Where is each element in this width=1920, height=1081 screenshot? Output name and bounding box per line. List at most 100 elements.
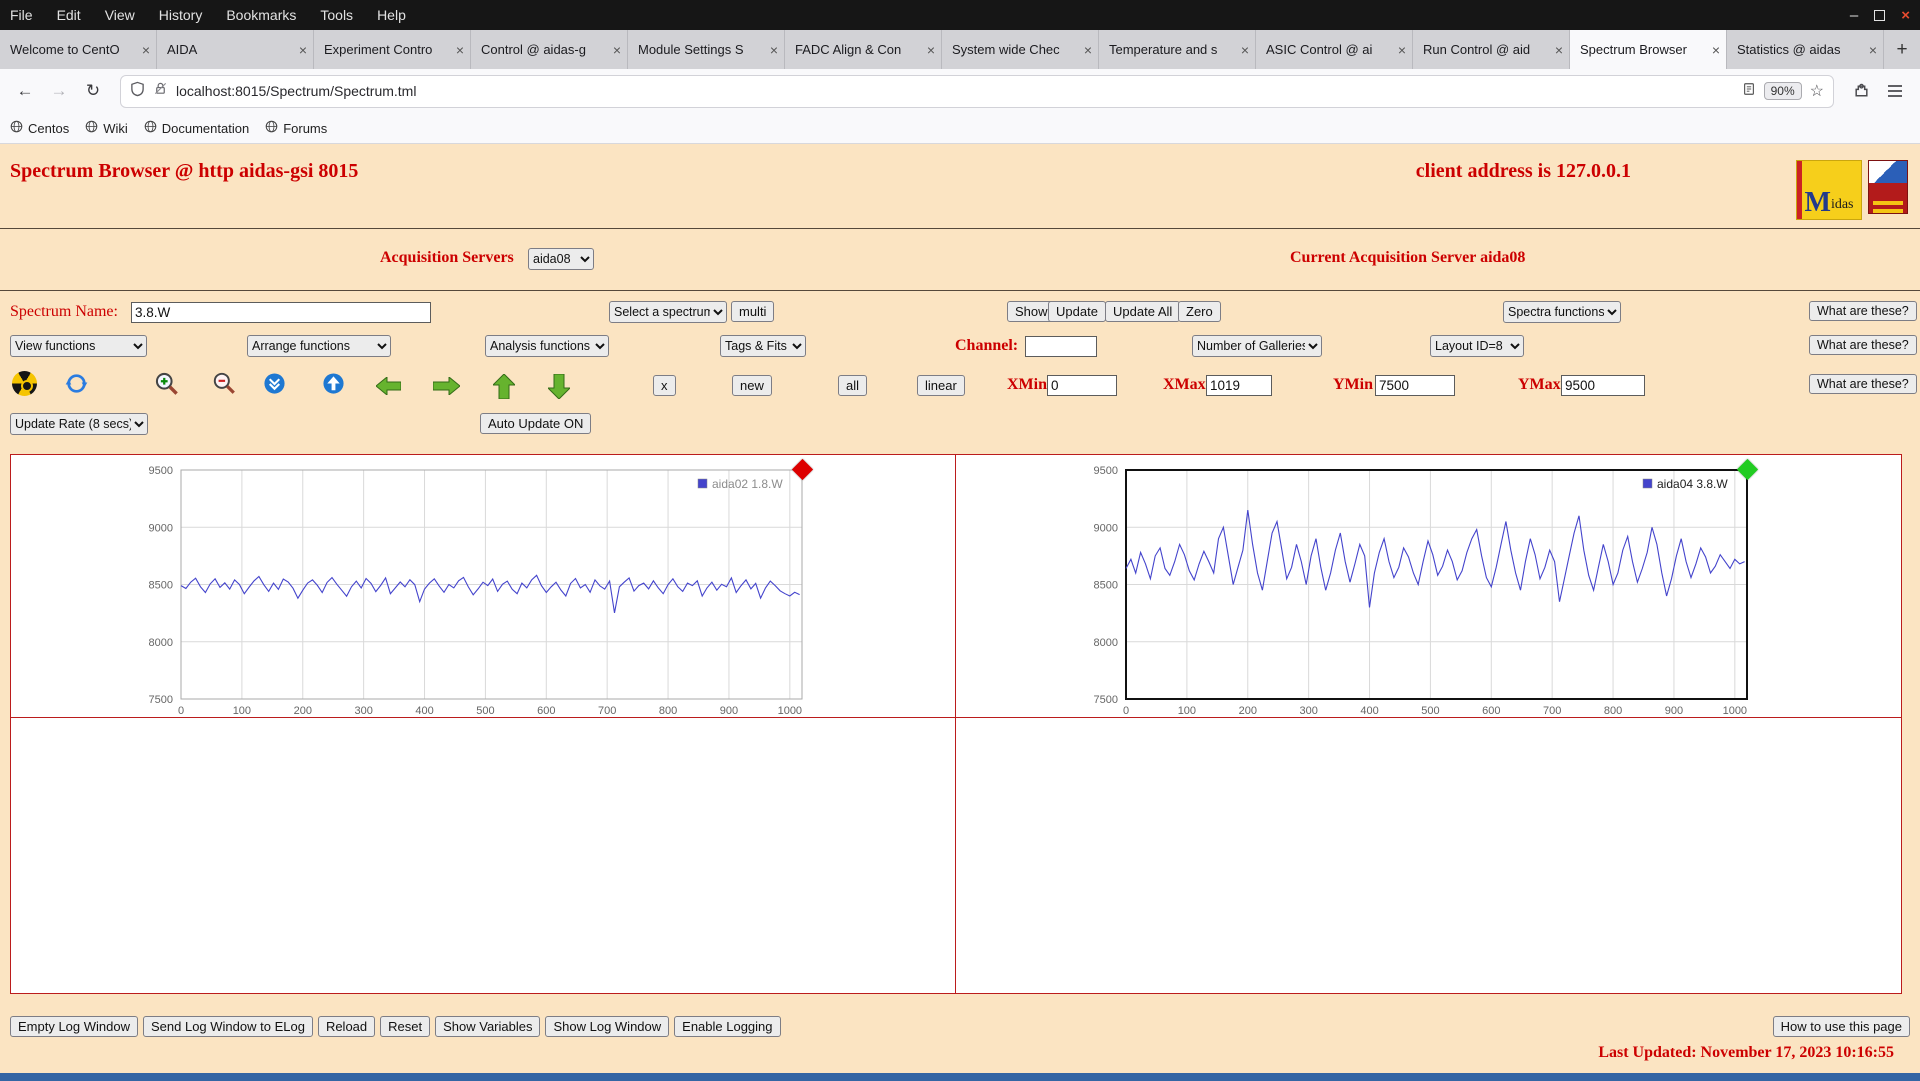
browser-tab[interactable]: Spectrum Browser × — [1570, 30, 1727, 69]
browser-tab[interactable]: AIDA × — [157, 30, 314, 69]
tags-fits-select[interactable]: Tags & Fits — [720, 335, 806, 357]
browser-tab[interactable]: FADC Align & Con × — [785, 30, 942, 69]
browser-tab[interactable]: ASIC Control @ ai × — [1256, 30, 1413, 69]
x-button[interactable]: x — [653, 375, 676, 396]
tab-close-icon[interactable]: × — [770, 43, 778, 57]
auto-update-button[interactable]: Auto Update ON — [480, 413, 592, 434]
browser-tab[interactable]: Welcome to CentO × — [0, 30, 157, 69]
acquisition-server-select[interactable]: aida08 — [528, 248, 594, 270]
reload-button[interactable]: ↻ — [78, 76, 108, 106]
galleries-select[interactable]: Number of Galleries — [1192, 335, 1322, 357]
radiation-icon[interactable] — [12, 371, 37, 396]
footer-button[interactable]: Empty Log Window — [10, 1016, 138, 1037]
maximize-button[interactable] — [1874, 9, 1886, 21]
url-text[interactable]: localhost:8015/Spectrum/Spectrum.tml — [176, 83, 1734, 99]
svg-text:0: 0 — [1123, 705, 1129, 717]
browser-tab[interactable]: Control @ aidas-g × — [471, 30, 628, 69]
extensions-icon[interactable] — [1846, 76, 1876, 106]
browser-tab[interactable]: Statistics @ aidas × — [1727, 30, 1884, 69]
all-button[interactable]: all — [838, 375, 868, 396]
scroll-right-icon[interactable] — [433, 377, 460, 395]
bookmark-star-icon[interactable]: ☆ — [1810, 81, 1824, 101]
browser-tab[interactable]: Module Settings S × — [628, 30, 785, 69]
how-to-use-button[interactable]: How to use this page — [1772, 1016, 1910, 1037]
what-are-these-button[interactable]: What are these? — [1809, 301, 1917, 321]
tab-close-icon[interactable]: × — [927, 43, 935, 57]
menu-item-tools[interactable]: Tools — [320, 7, 353, 23]
zoom-out-icon[interactable] — [211, 370, 237, 396]
menu-item-view[interactable]: View — [105, 7, 135, 23]
close-button[interactable]: × — [1901, 7, 1910, 24]
xmax-input[interactable] — [1206, 375, 1272, 396]
view-functions-select[interactable]: View functions — [10, 335, 147, 357]
ymin-input[interactable] — [1375, 375, 1455, 396]
bookmark-item-documentation[interactable]: Documentation — [144, 120, 249, 136]
ymax-input[interactable] — [1561, 375, 1645, 396]
footer-button[interactable]: Show Log Window — [545, 1016, 670, 1037]
scroll-down-icon[interactable] — [548, 374, 570, 399]
menu-item-edit[interactable]: Edit — [57, 7, 81, 23]
address-bar[interactable]: localhost:8015/Spectrum/Spectrum.tml 90%… — [120, 74, 1834, 108]
menu-item-help[interactable]: Help — [377, 7, 406, 23]
tab-close-icon[interactable]: × — [142, 43, 150, 57]
bookmark-item-forums[interactable]: Forums — [265, 120, 327, 136]
refresh-icon[interactable] — [64, 371, 89, 396]
svg-text:9500: 9500 — [1094, 465, 1118, 477]
reader-mode-icon[interactable] — [1742, 82, 1756, 101]
tab-close-icon[interactable]: × — [299, 43, 307, 57]
minimize-button[interactable]: – — [1850, 7, 1858, 24]
multi-button[interactable]: multi — [731, 301, 775, 322]
tab-close-icon[interactable]: × — [1712, 43, 1720, 57]
browser-tab[interactable]: Run Control @ aid × — [1413, 30, 1570, 69]
tab-close-icon[interactable]: × — [456, 43, 464, 57]
linear-button[interactable]: linear — [917, 375, 965, 396]
tracking-shield-icon[interactable] — [130, 81, 145, 102]
spectra-functions-select[interactable]: Spectra functions — [1503, 301, 1621, 323]
tab-close-icon[interactable]: × — [1084, 43, 1092, 57]
new-tab-button[interactable]: + — [1884, 30, 1920, 69]
collapse-y-icon[interactable] — [263, 372, 286, 395]
footer-button[interactable]: Reload — [317, 1016, 376, 1037]
scroll-left-icon[interactable] — [376, 377, 401, 395]
zero-button[interactable]: Zero — [1178, 301, 1221, 322]
tab-close-icon[interactable]: × — [1869, 43, 1877, 57]
channel-input[interactable] — [1025, 336, 1097, 357]
tab-close-icon[interactable]: × — [1555, 43, 1563, 57]
xmin-input[interactable] — [1047, 375, 1117, 396]
tab-close-icon[interactable]: × — [1241, 43, 1249, 57]
browser-tab[interactable]: Temperature and s × — [1099, 30, 1256, 69]
tab-close-icon[interactable]: × — [1398, 43, 1406, 57]
bookmark-item-wiki[interactable]: Wiki — [85, 120, 128, 136]
spectrum-select[interactable]: Select a spectrum — [609, 301, 727, 323]
insecure-lock-icon[interactable] — [153, 81, 168, 101]
back-button[interactable]: ← — [10, 76, 40, 106]
scroll-up-icon[interactable] — [493, 374, 515, 399]
footer-button[interactable]: Enable Logging — [674, 1016, 781, 1037]
browser-tab[interactable]: Experiment Contro × — [314, 30, 471, 69]
update-rate-select[interactable]: Update Rate (8 secs) — [10, 413, 148, 435]
update-all-button[interactable]: Update All — [1105, 301, 1181, 322]
spectrum-name-input[interactable] — [131, 302, 431, 323]
footer-button[interactable]: Send Log Window to ELog — [143, 1016, 313, 1037]
zoom-level-chip[interactable]: 90% — [1763, 82, 1802, 100]
footer-button[interactable]: Show Variables — [435, 1016, 541, 1037]
what-are-these-button[interactable]: What are these? — [1809, 335, 1917, 355]
arrange-functions-select[interactable]: Arrange functions — [247, 335, 391, 357]
navigation-bar: ← → ↻ localhost:8015/Spectrum/Spectrum.t… — [0, 69, 1920, 113]
browser-tab[interactable]: System wide Chec × — [942, 30, 1099, 69]
footer-button[interactable]: Reset — [380, 1016, 431, 1037]
tab-close-icon[interactable]: × — [613, 43, 621, 57]
menu-item-file[interactable]: File — [10, 7, 33, 23]
app-menu-icon[interactable] — [1880, 76, 1910, 106]
forward-button[interactable]: → — [44, 76, 74, 106]
menu-item-history[interactable]: History — [159, 7, 203, 23]
expand-y-icon[interactable] — [322, 372, 345, 395]
what-are-these-button[interactable]: What are these? — [1809, 374, 1917, 394]
zoom-in-icon[interactable] — [153, 370, 180, 397]
update-button[interactable]: Update — [1048, 301, 1106, 322]
new-button[interactable]: new — [732, 375, 772, 396]
menu-item-bookmarks[interactable]: Bookmarks — [226, 7, 296, 23]
bookmark-item-centos[interactable]: Centos — [10, 120, 69, 136]
analysis-functions-select[interactable]: Analysis functions — [485, 335, 609, 357]
layout-select[interactable]: Layout ID=8 — [1430, 335, 1524, 357]
